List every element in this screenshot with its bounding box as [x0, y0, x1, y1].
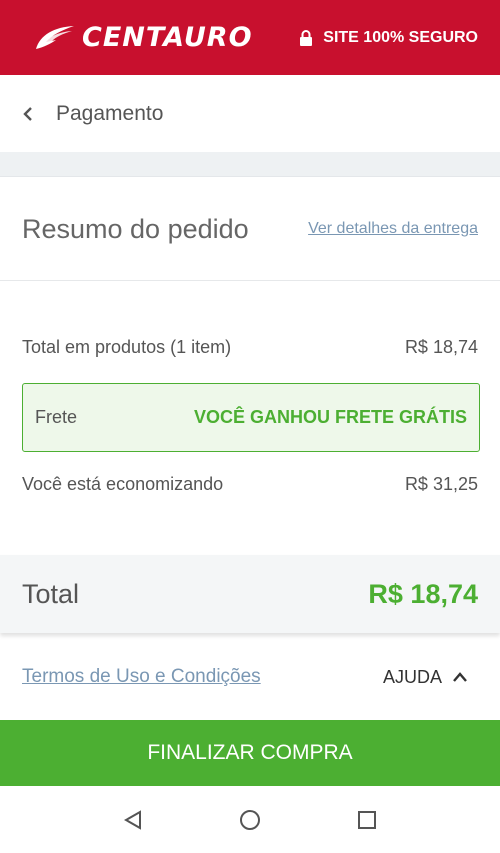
circle-home-icon[interactable]: [239, 809, 261, 831]
page-title: Pagamento: [56, 101, 164, 125]
order-summary-title: Resumo do pedido: [22, 213, 249, 244]
savings-row: Você está economizando R$ 31,25: [22, 474, 478, 495]
top-header-bar: CENTAURO SITE 100% SEGURO: [0, 0, 500, 75]
help-toggle[interactable]: AJUDA: [383, 667, 478, 688]
order-summary-header: Resumo do pedido Ver detalhes da entrega: [0, 178, 500, 281]
terms-link[interactable]: Termos de Uso e Condições: [22, 666, 261, 688]
savings-label: Você está economizando: [22, 474, 224, 494]
shipping-label: Frete: [35, 407, 78, 427]
centauro-swoosh-logo: [36, 25, 74, 49]
footer-links: Termos de Uso e Condições AJUDA: [22, 666, 478, 688]
system-navigation-bar: [0, 786, 500, 853]
chevron-up-icon: [453, 672, 467, 682]
secure-site-badge: SITE 100% SEGURO: [299, 29, 478, 47]
page-navigation: Pagamento: [0, 75, 500, 152]
square-recents-icon[interactable]: [356, 809, 378, 831]
help-label: AJUDA: [382, 666, 442, 687]
lock-icon: [300, 29, 313, 46]
order-total-label: Total: [22, 578, 80, 609]
products-total-row: Total em produtos (1 item) R$ 18,74: [22, 337, 478, 358]
free-shipping-badge: VOCÊ GANHOU FRETE GRÁTIS: [193, 407, 467, 427]
products-total-value: R$ 18,74: [404, 337, 478, 357]
products-total-label: Total em produtos (1 item): [22, 337, 232, 357]
brand-name: CENTAURO: [82, 22, 253, 53]
chevron-left-icon[interactable]: [20, 106, 36, 122]
order-total-bar: Total R$ 18,74: [0, 555, 500, 633]
shipping-row: Frete VOCÊ GANHOU FRETE GRÁTIS: [22, 383, 480, 452]
order-total-value: R$ 18,74: [368, 578, 478, 609]
savings-value: R$ 31,25: [404, 474, 478, 494]
triangle-back-icon[interactable]: [122, 809, 144, 831]
secure-label: SITE 100% SEGURO: [323, 28, 478, 46]
brand-logo[interactable]: CENTAURO: [32, 22, 253, 53]
delivery-details-link[interactable]: Ver detalhes da entrega: [308, 220, 478, 238]
finalize-purchase-button[interactable]: FINALIZAR COMPRA: [0, 720, 500, 786]
section-divider: [0, 152, 500, 177]
